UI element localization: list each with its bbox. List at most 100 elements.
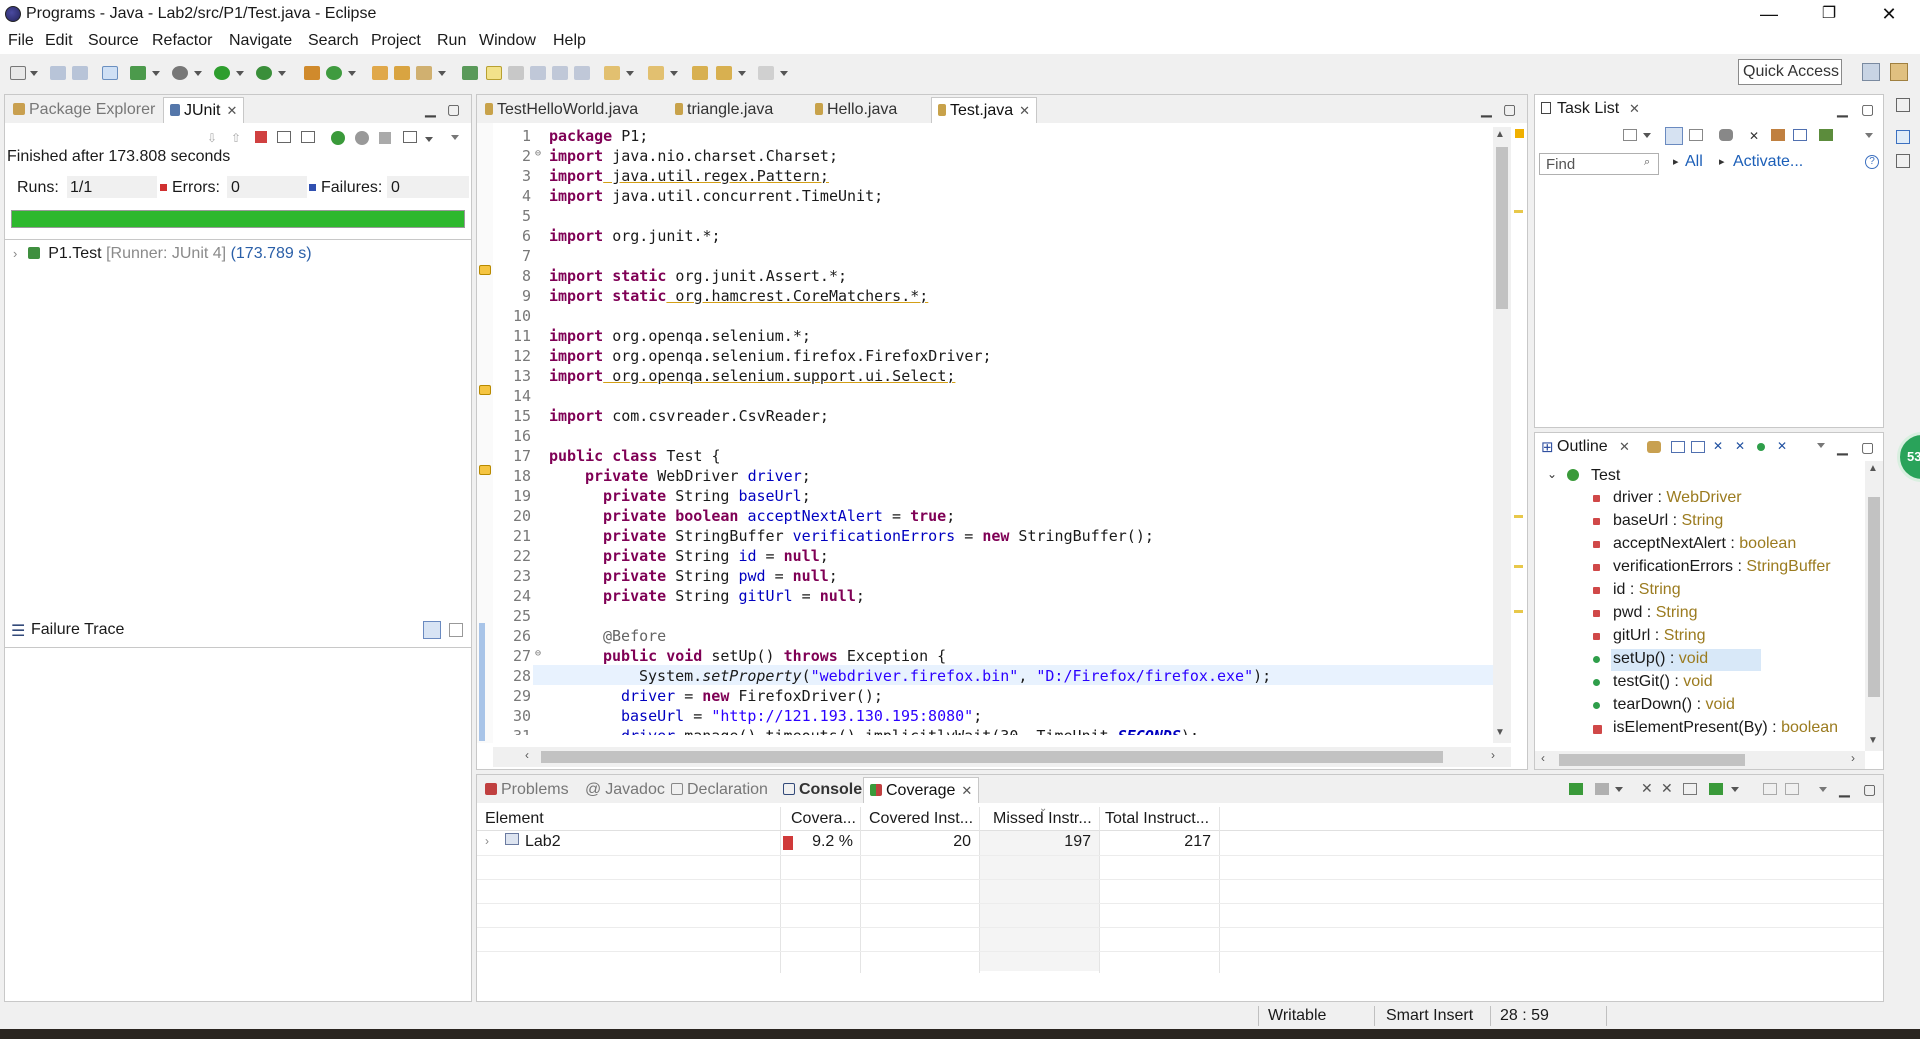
next-failure-icon[interactable]: ⇩ [207,131,219,145]
save-icon[interactable] [50,66,66,80]
maximize-view-icon[interactable]: ▢ [1503,101,1516,118]
view-menu-icon[interactable] [451,135,459,140]
fold-icon[interactable]: ⊖ [535,148,541,159]
table-row[interactable]: › Lab2 9.2 % 20 197 217 [477,833,1883,855]
close-icon[interactable]: ✕ [1019,103,1030,118]
minimize-view-icon[interactable]: ▁ [1839,781,1850,798]
next-annotation-icon[interactable] [604,66,620,80]
chevron-up-icon[interactable]: ▲ [1495,129,1505,140]
new-java-project-icon[interactable] [304,66,320,80]
scroll-lock-icon[interactable] [277,131,291,143]
prev-annotation-icon[interactable] [648,66,664,80]
hscroll-thumb[interactable] [1559,754,1745,766]
column-total[interactable]: Total Instruct... [1105,810,1209,828]
chevron-right-icon[interactable]: › [1491,748,1495,762]
chevron-down-icon[interactable] [194,71,202,76]
new-icon[interactable] [10,66,26,80]
tab-declaration[interactable]: Declaration [665,777,774,803]
ruler-warning-mark[interactable] [1514,210,1523,213]
build-icon[interactable] [130,66,146,80]
column-element[interactable]: Element [485,810,544,828]
outline-item[interactable]: isElementPresent(By) : boolean [1613,719,1838,737]
view-menu-icon[interactable] [1865,133,1873,138]
coverage-run-icon[interactable] [256,66,272,80]
close-icon[interactable]: ✕ [961,783,972,798]
collapse-all-icon[interactable] [1671,441,1685,453]
outline-item[interactable]: pwd : String [1613,604,1698,622]
all-link[interactable]: All [1685,153,1703,171]
merge-sessions-icon[interactable] [1683,783,1697,795]
chevron-down-icon[interactable] [1615,787,1623,792]
minimize-view-icon[interactable]: ▁ [1837,439,1848,456]
status-insert-mode[interactable]: Smart Insert [1386,1007,1473,1025]
tab-testhelloworld[interactable]: TestHelloWorld.java [479,97,644,123]
chevron-down-icon[interactable] [738,71,746,76]
maximize-view-icon[interactable]: ▢ [1861,439,1874,456]
compare-icon[interactable] [449,623,463,637]
maximize-view-icon[interactable]: ▢ [1863,781,1876,798]
view-menu-icon[interactable] [1819,787,1827,792]
open-folder-icon[interactable] [394,66,410,80]
hide-local-types-icon[interactable]: ✕ [1777,439,1791,453]
menu-edit[interactable]: Edit [45,32,73,50]
chevron-down-icon[interactable]: ⌄ [1547,467,1557,481]
remove-all-sessions-icon[interactable]: ✕ [1661,780,1673,797]
restore-view-icon[interactable] [1896,98,1910,112]
chevron-right-icon[interactable]: › [13,246,17,261]
chevron-down-icon[interactable] [348,71,356,76]
chevron-down-icon[interactable] [670,71,678,76]
new-task-icon[interactable] [1623,129,1637,141]
chevron-down-icon[interactable]: ▼ [1868,735,1878,746]
outline-item[interactable]: driver : WebDriver [1613,489,1742,507]
outline-item[interactable]: verificationErrors : StringBuffer [1613,558,1831,576]
outline-item[interactable]: setUp() : void [1613,650,1708,668]
chevron-down-icon[interactable] [30,71,38,76]
filter-completed-icon[interactable]: ✕ [1749,129,1763,143]
chevron-down-icon[interactable]: ▼ [1495,727,1505,738]
synchronize-icon[interactable] [1819,129,1833,141]
outline-vertical-scrollbar[interactable]: ▲ ▼ [1865,461,1883,751]
mark-occurrences-icon[interactable] [486,66,502,80]
tab-junit[interactable]: JUnit ✕ [163,97,245,123]
dump-execution-icon[interactable] [1595,783,1609,795]
chevron-up-icon[interactable]: ▲ [1868,463,1878,474]
ruler-warning-mark[interactable] [1514,610,1523,613]
ruler-warning-mark[interactable] [1514,565,1523,568]
chevron-down-icon[interactable] [780,71,788,76]
menu-help[interactable]: Help [553,32,586,50]
minimize-view-icon[interactable]: ▁ [1481,101,1492,118]
outline-root[interactable]: Test [1591,467,1620,485]
scroll-thumb[interactable] [1496,147,1508,309]
chevron-left-icon[interactable]: ‹ [525,748,529,762]
maximize-view-icon[interactable]: ▢ [1861,101,1874,118]
prev-failure-icon[interactable]: ⇧ [231,131,243,145]
outline-item[interactable]: tearDown() : void [1613,696,1735,714]
editor-vertical-scrollbar[interactable]: ▲ ▼ [1493,127,1511,743]
close-button[interactable]: ✕ [1866,0,1912,28]
chevron-left-icon[interactable]: ‹ [1541,751,1545,765]
run-icon[interactable] [214,66,230,80]
chevron-down-icon[interactable] [278,71,286,76]
show-ui-legend-icon[interactable] [1771,129,1785,141]
menu-navigate[interactable]: Navigate [229,32,292,50]
outline-item[interactable]: id : String [1613,581,1681,599]
close-icon[interactable]: ✕ [226,103,237,118]
menu-file[interactable]: File [8,32,34,50]
menu-run[interactable]: Run [437,32,466,50]
menu-source[interactable]: Source [88,32,139,50]
task-find-input[interactable]: Find ⌕ [1539,153,1659,175]
open-perspective-icon[interactable] [1862,63,1880,81]
chevron-down-icon[interactable] [626,71,634,76]
chevron-down-icon[interactable] [438,71,446,76]
editor-horizontal-scrollbar[interactable]: ‹ › [493,747,1511,767]
menu-refactor[interactable]: Refactor [152,32,212,50]
minimize-button[interactable]: — [1746,0,1792,28]
tab-problems[interactable]: Problems [479,777,575,803]
outline-item[interactable]: testGit() : void [1613,673,1713,691]
outline-item[interactable]: baseUrl : String [1613,512,1723,530]
debug-icon[interactable] [172,66,188,80]
menu-search[interactable]: Search [308,32,359,50]
hide-nonpublic-icon[interactable] [1757,443,1765,451]
restore-button[interactable]: ❐ [1806,0,1852,28]
activate-link[interactable]: Activate... [1733,153,1803,171]
